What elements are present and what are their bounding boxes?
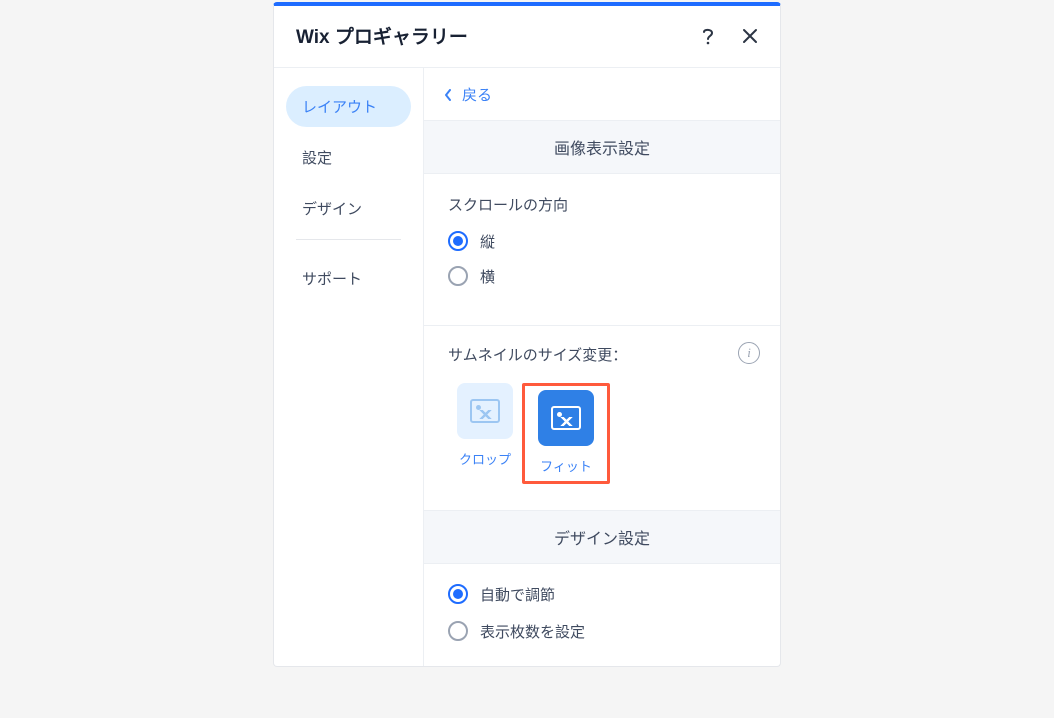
panel-body: レイアウト 設定 デザイン サポート 戻る 画像表 xyxy=(274,68,780,666)
sidebar-item-design[interactable]: デザイン xyxy=(286,188,411,229)
image-icon xyxy=(470,399,500,423)
radio-label: 横 xyxy=(480,266,495,287)
sidebar-item-label: デザイン xyxy=(302,201,362,218)
crop-tile xyxy=(457,383,513,439)
help-button[interactable] xyxy=(698,26,718,46)
section-header-image-display: 画像表示設定 xyxy=(424,120,780,174)
sidebar-item-label: 設定 xyxy=(302,150,332,167)
thumbnail-options: クロップ フィット xyxy=(448,383,756,484)
radio-scroll-horizontal[interactable]: 横 xyxy=(448,266,756,287)
radio-scroll-vertical[interactable]: 縦 xyxy=(448,231,756,252)
thumb-caption: フィット xyxy=(529,456,603,475)
info-button[interactable]: i xyxy=(738,342,760,364)
sidebar: レイアウト 設定 デザイン サポート xyxy=(274,68,424,666)
design-settings-section: 自動で調節 表示枚数を設定 xyxy=(424,564,780,666)
back-label: 戻る xyxy=(462,84,492,105)
chevron-left-icon xyxy=(444,89,452,101)
radio-label: 縦 xyxy=(480,231,495,252)
panel-title: Wix プロギャラリー xyxy=(296,22,468,49)
settings-panel: Wix プロギャラリー レイアウト 設定 デ xyxy=(273,2,781,667)
radio-set-count[interactable]: 表示枚数を設定 xyxy=(448,621,756,642)
help-icon xyxy=(701,26,715,46)
section-header-design: デザイン設定 xyxy=(424,510,780,564)
sidebar-item-label: レイアウト xyxy=(302,99,377,116)
thumbnail-resize-label: サムネイルのサイズ変更： xyxy=(448,344,756,365)
radio-icon xyxy=(448,266,468,286)
radio-label: 表示枚数を設定 xyxy=(480,621,585,642)
thumb-option-fit[interactable]: フィット xyxy=(529,390,603,475)
scroll-direction-label: スクロールの方向 xyxy=(448,194,756,215)
panel-header: Wix プロギャラリー xyxy=(274,6,780,68)
thumb-caption: クロップ xyxy=(448,449,522,468)
fit-tile xyxy=(538,390,594,446)
thumb-option-crop[interactable]: クロップ xyxy=(448,383,522,484)
back-row: 戻る xyxy=(424,68,780,120)
radio-icon xyxy=(448,621,468,641)
close-icon xyxy=(742,28,758,44)
radio-icon xyxy=(448,584,468,604)
radio-icon xyxy=(448,231,468,251)
scroll-direction-section: スクロールの方向 縦 横 xyxy=(424,174,780,325)
sidebar-divider xyxy=(296,239,401,240)
info-icon: i xyxy=(747,345,751,361)
sidebar-item-label: サポート xyxy=(302,271,362,288)
radio-label: 自動で調節 xyxy=(480,584,555,605)
image-icon xyxy=(551,406,581,430)
header-actions xyxy=(698,26,760,46)
sidebar-item-support[interactable]: サポート xyxy=(286,258,411,299)
radio-auto-adjust[interactable]: 自動で調節 xyxy=(448,584,756,605)
thumbnail-resize-section: i サムネイルのサイズ変更： クロップ xyxy=(424,325,780,510)
sidebar-item-settings[interactable]: 設定 xyxy=(286,137,411,178)
highlight-box: フィット xyxy=(522,383,610,484)
sidebar-item-layout[interactable]: レイアウト xyxy=(286,86,411,127)
close-button[interactable] xyxy=(740,26,760,46)
content-area: 戻る 画像表示設定 スクロールの方向 縦 横 i サムネイルのサ xyxy=(424,68,780,666)
back-button[interactable]: 戻る xyxy=(444,84,492,105)
